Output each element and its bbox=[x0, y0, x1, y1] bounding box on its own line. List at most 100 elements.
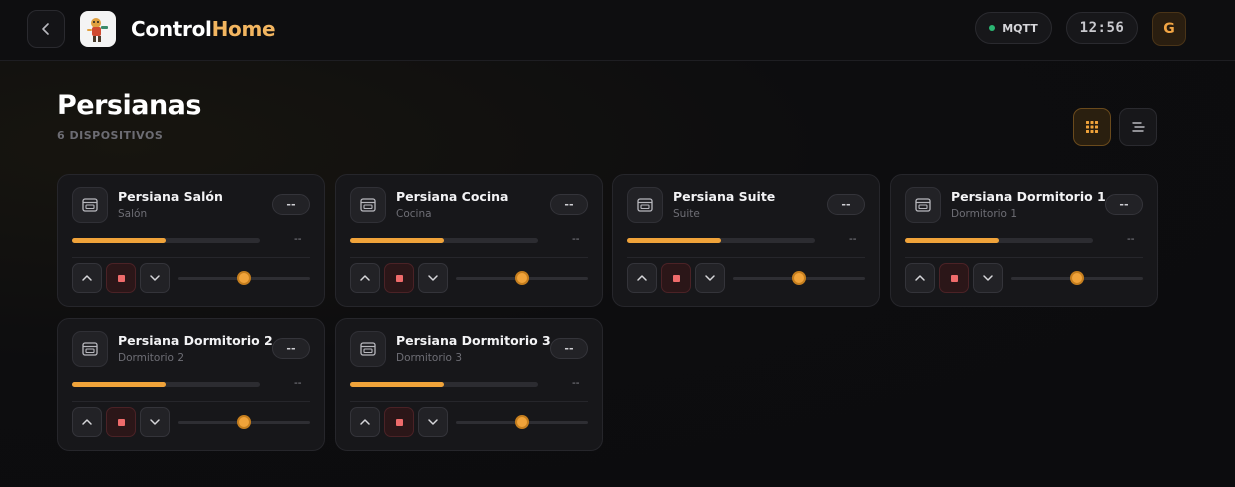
stop-icon bbox=[672, 274, 680, 282]
stop-button[interactable] bbox=[106, 407, 136, 437]
slider-thumb[interactable] bbox=[237, 415, 251, 429]
chevron-down-icon bbox=[705, 275, 715, 281]
stop-button[interactable] bbox=[661, 263, 691, 293]
brand-title-part2: Home bbox=[211, 17, 276, 41]
blind-state-badge: -- bbox=[550, 338, 588, 359]
card-divider bbox=[350, 401, 588, 402]
blind-room: Dormitorio 2 bbox=[118, 352, 185, 364]
position-bar-fill bbox=[350, 382, 444, 387]
position-slider[interactable] bbox=[178, 415, 310, 429]
window-blind-icon bbox=[915, 198, 931, 212]
position-slider[interactable] bbox=[456, 271, 588, 285]
open-button[interactable] bbox=[905, 263, 935, 293]
blind-card: Persiana Salón Salón -- -- bbox=[57, 174, 325, 307]
window-blind-icon bbox=[82, 198, 98, 212]
chevron-down-icon bbox=[150, 275, 160, 281]
brand-title-part1: Control bbox=[131, 17, 212, 41]
stop-button[interactable] bbox=[384, 407, 414, 437]
position-bar bbox=[627, 238, 815, 243]
chevron-up-icon bbox=[637, 275, 647, 281]
open-button[interactable] bbox=[72, 407, 102, 437]
position-slider[interactable] bbox=[1011, 271, 1143, 285]
position-slider[interactable] bbox=[733, 271, 865, 285]
slider-thumb[interactable] bbox=[515, 415, 529, 429]
blind-name: Persiana Dormitorio 2 bbox=[118, 333, 273, 348]
blind-card: Persiana Cocina Cocina -- -- bbox=[335, 174, 603, 307]
grid-icon bbox=[1086, 121, 1098, 133]
blind-name: Persiana Dormitorio 1 bbox=[951, 189, 1106, 204]
mqtt-status-badge[interactable]: MQTT bbox=[975, 12, 1052, 44]
blind-name: Persiana Cocina bbox=[396, 189, 509, 204]
blind-state-badge: -- bbox=[550, 194, 588, 215]
stop-icon bbox=[117, 274, 125, 282]
page-title: Persianas bbox=[57, 90, 201, 121]
blind-state-badge: -- bbox=[827, 194, 865, 215]
open-button[interactable] bbox=[350, 263, 380, 293]
position-value: -- bbox=[572, 377, 580, 389]
close-button[interactable] bbox=[973, 263, 1003, 293]
card-divider bbox=[905, 257, 1143, 258]
stop-button[interactable] bbox=[106, 263, 136, 293]
slider-thumb[interactable] bbox=[515, 271, 529, 285]
blind-room: Dormitorio 1 bbox=[951, 208, 1018, 220]
slider-thumb[interactable] bbox=[237, 271, 251, 285]
chevron-up-icon bbox=[915, 275, 925, 281]
grid-view-button[interactable] bbox=[1073, 108, 1111, 146]
list-view-button[interactable] bbox=[1119, 108, 1157, 146]
stop-button[interactable] bbox=[384, 263, 414, 293]
position-bar-fill bbox=[627, 238, 721, 243]
window-blind-icon bbox=[360, 342, 376, 356]
window-blind-icon bbox=[360, 198, 376, 212]
position-bar bbox=[350, 238, 538, 243]
position-bar-fill bbox=[72, 382, 166, 387]
mqtt-status-label: MQTT bbox=[1002, 21, 1038, 35]
app-logo bbox=[80, 11, 116, 47]
close-button[interactable] bbox=[418, 263, 448, 293]
mascot-logo-icon bbox=[87, 18, 108, 42]
position-value: -- bbox=[572, 233, 580, 245]
blind-state-badge: -- bbox=[272, 194, 310, 215]
close-button[interactable] bbox=[140, 407, 170, 437]
open-button[interactable] bbox=[627, 263, 657, 293]
chevron-down-icon bbox=[150, 419, 160, 425]
position-value: -- bbox=[849, 233, 857, 245]
blind-icon-box bbox=[350, 331, 386, 367]
stop-icon bbox=[950, 274, 958, 282]
open-button[interactable] bbox=[72, 263, 102, 293]
position-slider[interactable] bbox=[178, 271, 310, 285]
card-divider bbox=[627, 257, 865, 258]
chevron-down-icon bbox=[983, 275, 993, 281]
user-avatar[interactable]: G bbox=[1152, 12, 1186, 46]
position-bar bbox=[72, 238, 260, 243]
close-button[interactable] bbox=[418, 407, 448, 437]
position-value: -- bbox=[1127, 233, 1135, 245]
slider-thumb[interactable] bbox=[792, 271, 806, 285]
position-slider[interactable] bbox=[456, 415, 588, 429]
chevron-left-icon bbox=[42, 23, 49, 35]
stop-icon bbox=[117, 418, 125, 426]
chevron-up-icon bbox=[360, 419, 370, 425]
position-value: -- bbox=[294, 233, 302, 245]
app-header: ControlHome MQTT 12:56 G bbox=[0, 0, 1235, 61]
blind-card: Persiana Dormitorio 1 Dormitorio 1 -- -- bbox=[890, 174, 1158, 307]
close-button[interactable] bbox=[140, 263, 170, 293]
blind-state-badge: -- bbox=[272, 338, 310, 359]
chevron-up-icon bbox=[360, 275, 370, 281]
slider-thumb[interactable] bbox=[1070, 271, 1084, 285]
chevron-up-icon bbox=[82, 275, 92, 281]
window-blind-icon bbox=[82, 342, 98, 356]
position-value: -- bbox=[294, 377, 302, 389]
blind-name: Persiana Dormitorio 3 bbox=[396, 333, 551, 348]
open-button[interactable] bbox=[350, 407, 380, 437]
card-divider bbox=[72, 401, 310, 402]
stop-icon bbox=[395, 418, 403, 426]
position-bar bbox=[905, 238, 1093, 243]
chevron-down-icon bbox=[428, 275, 438, 281]
blind-room: Salón bbox=[118, 208, 148, 220]
back-button[interactable] bbox=[27, 10, 65, 48]
close-button[interactable] bbox=[695, 263, 725, 293]
blind-card: Persiana Dormitorio 3 Dormitorio 3 -- -- bbox=[335, 318, 603, 451]
card-divider bbox=[350, 257, 588, 258]
stop-button[interactable] bbox=[939, 263, 969, 293]
blind-room: Cocina bbox=[396, 208, 432, 220]
